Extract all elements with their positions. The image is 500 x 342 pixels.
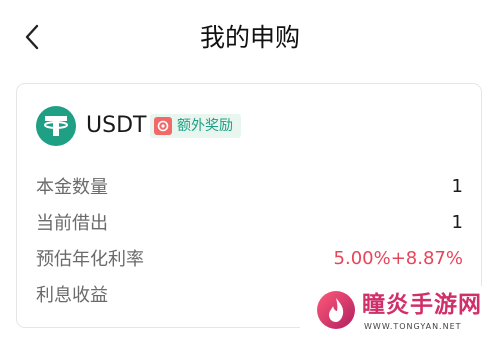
row-label: 预估年化利率: [36, 249, 144, 270]
row-value: 1: [451, 211, 463, 233]
extra-reward-badge: 额外奖励: [150, 114, 241, 138]
coin-name: USDT: [86, 113, 147, 138]
row-apr: 预估年化利率 5.00%+8.87%: [36, 243, 463, 273]
row-value: 1: [451, 175, 463, 197]
row-lent: 当前借出 1: [36, 207, 463, 237]
badge-label: 额外奖励: [177, 118, 233, 134]
watermark: 瞳炎手游网 WWW.TONGYAN.NET: [300, 286, 500, 342]
row-label: 本金数量: [36, 177, 108, 198]
watermark-brand: 瞳炎手游网: [362, 292, 482, 318]
gift-icon: [154, 117, 172, 135]
page-title: 我的申购: [199, 23, 300, 52]
flame-logo-icon: [317, 291, 355, 329]
row-principal: 本金数量 1: [36, 171, 463, 201]
row-label: 利息收益: [36, 285, 108, 306]
tether-icon: [44, 116, 68, 136]
row-label: 当前借出: [36, 213, 108, 234]
apr-value: 5.00%+8.87%: [333, 247, 463, 269]
watermark-url: WWW.TONGYAN.NET: [364, 322, 462, 331]
header: 我的申购: [0, 0, 500, 76]
usdt-logo-icon: [36, 106, 76, 146]
